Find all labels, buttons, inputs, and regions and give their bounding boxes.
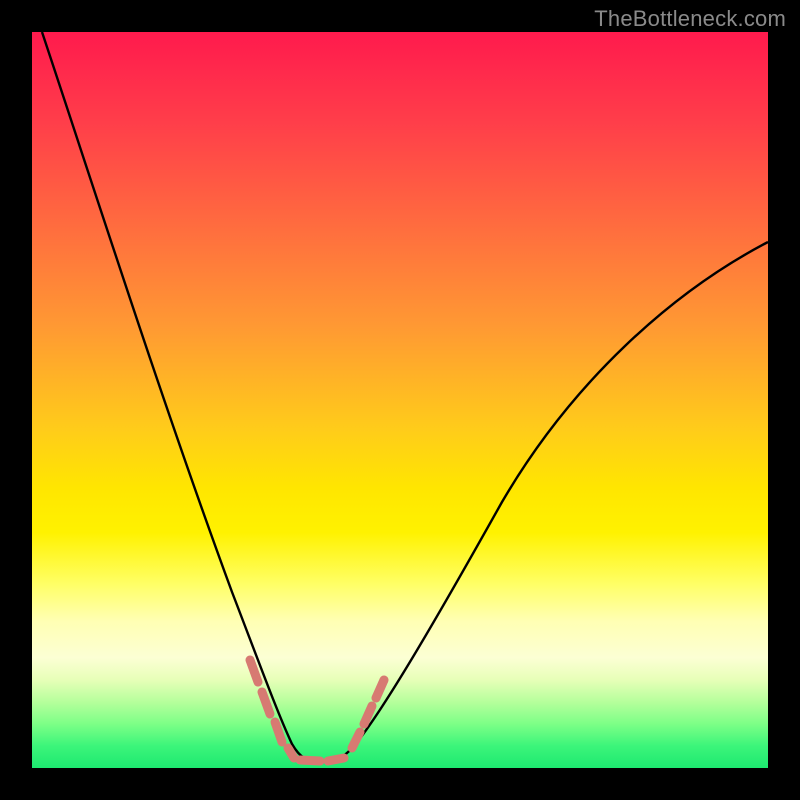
marker-dot bbox=[328, 758, 344, 761]
marker-dot bbox=[300, 760, 320, 761]
chart-svg bbox=[32, 32, 768, 768]
bottleneck-curve bbox=[42, 32, 768, 762]
marker-dot bbox=[376, 680, 384, 698]
chart-plot-area bbox=[32, 32, 768, 768]
marker-dot bbox=[275, 722, 282, 742]
marker-group bbox=[250, 660, 384, 761]
marker-dot bbox=[262, 692, 270, 714]
marker-dot bbox=[250, 660, 258, 682]
marker-dot bbox=[288, 748, 294, 758]
watermark-text: TheBottleneck.com bbox=[594, 6, 786, 32]
chart-frame: TheBottleneck.com bbox=[0, 0, 800, 800]
marker-dot bbox=[352, 732, 360, 748]
